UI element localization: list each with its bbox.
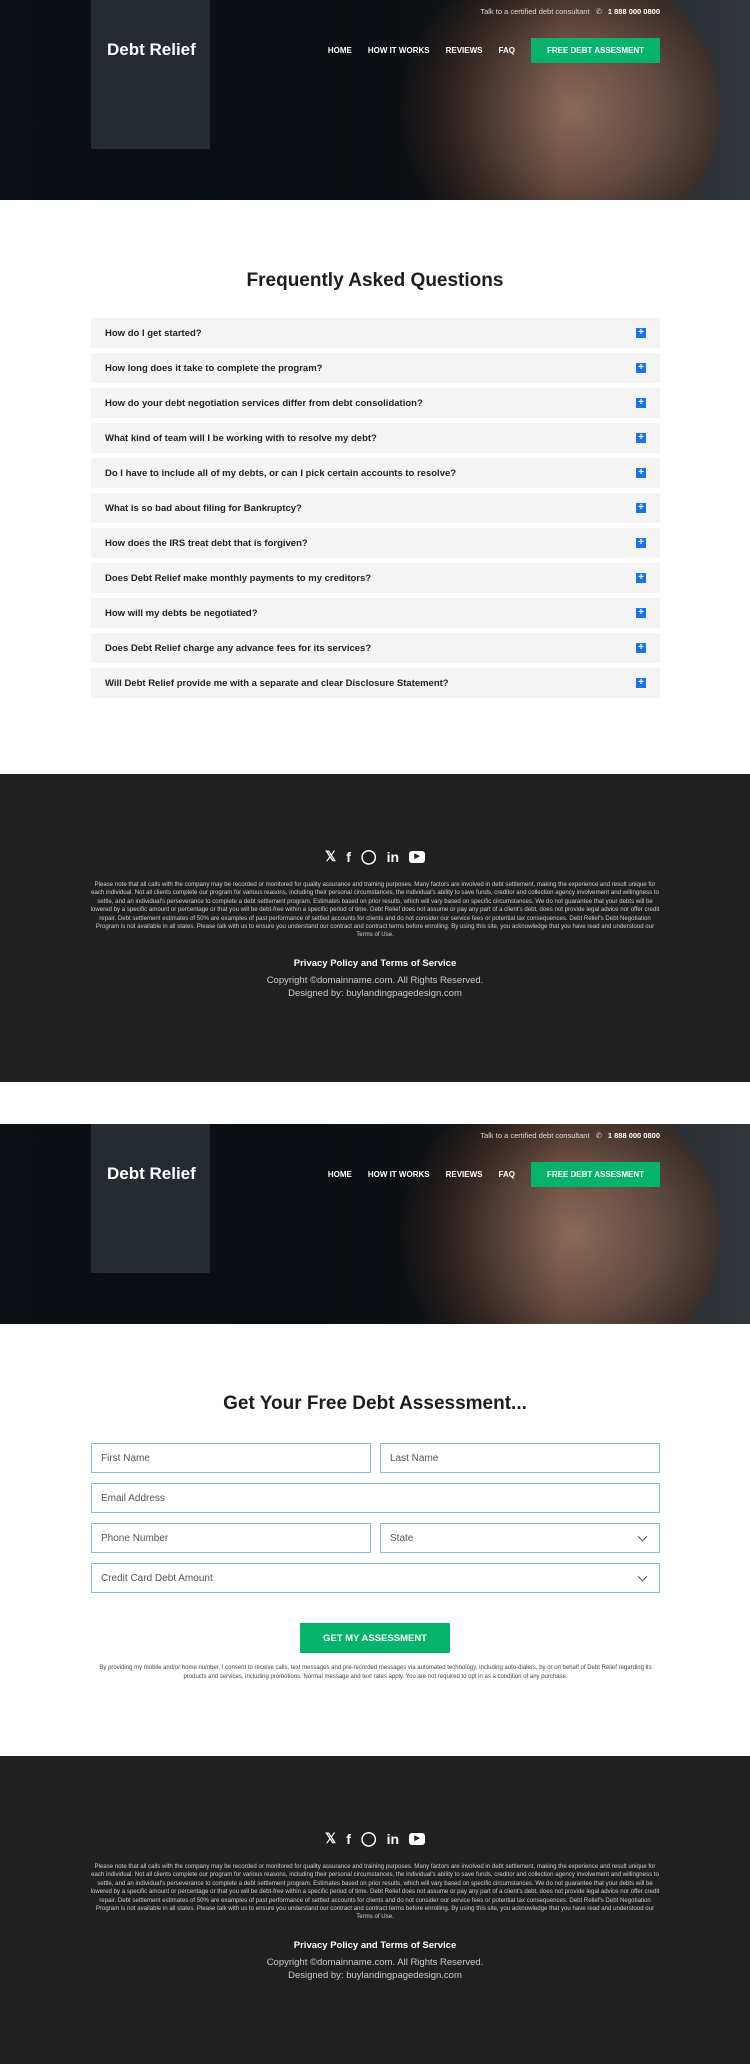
phone-icon: ✆ bbox=[595, 7, 602, 16]
legal-disclaimer: Please note that all calls with the comp… bbox=[90, 1863, 660, 1921]
faq-question: How do your debt negotiation services di… bbox=[105, 397, 423, 409]
get-assessment-button[interactable]: GET MY ASSESSMENT bbox=[300, 1623, 450, 1653]
faq-question: Does Debt Relief make monthly payments t… bbox=[105, 572, 372, 584]
copyright: Copyright ©domainname.com. All Rights Re… bbox=[266, 1956, 484, 1968]
faq-item[interactable]: What kind of team will I be working with… bbox=[91, 423, 660, 453]
logo-box bbox=[91, 1124, 210, 1273]
copyright: Copyright ©domainname.com. All Rights Re… bbox=[266, 974, 484, 986]
nav-how-it-works[interactable]: HOW IT WORKS bbox=[368, 1170, 430, 1179]
nav-faq[interactable]: FAQ bbox=[499, 46, 515, 55]
youtube-icon[interactable]: ▶ bbox=[409, 1832, 426, 1845]
privacy-terms-link[interactable]: Privacy Policy and Terms of Service bbox=[0, 958, 750, 969]
first-name-placeholder: First Name bbox=[101, 1452, 150, 1464]
plus-icon[interactable]: + bbox=[636, 363, 646, 373]
debt-amount-value: Credit Card Debt Amount bbox=[101, 1572, 213, 1584]
nav-how-it-works[interactable]: HOW IT WORKS bbox=[368, 46, 430, 55]
nav-reviews[interactable]: REVIEWS bbox=[446, 1170, 483, 1179]
faq-item[interactable]: How long does it take to complete the pr… bbox=[91, 353, 660, 383]
consent-disclaimer: By providing my mobile and/or home numbe… bbox=[99, 1665, 652, 1680]
main-nav: HOME HOW IT WORKS REVIEWS FAQ FREE DEBT … bbox=[328, 1162, 660, 1187]
plus-icon[interactable]: + bbox=[636, 643, 646, 653]
plus-icon[interactable]: + bbox=[636, 433, 646, 443]
faq-question: Do I have to include all of my debts, or… bbox=[105, 467, 457, 479]
chevron-down-icon bbox=[637, 1531, 648, 1541]
phone-number[interactable]: 1 888 000 0800 bbox=[608, 1131, 660, 1140]
consultant-text: Talk to a certified debt consultant bbox=[480, 7, 590, 16]
facebook-icon[interactable]: f bbox=[346, 849, 351, 865]
faq-question: What is so bad about filing for Bankrupt… bbox=[105, 502, 302, 514]
plus-icon[interactable]: + bbox=[636, 468, 646, 478]
faq-item[interactable]: How do I get started? + bbox=[91, 318, 660, 348]
twitter-icon[interactable]: 𝕏 bbox=[325, 1830, 336, 1847]
phone-placeholder: Phone Number bbox=[101, 1532, 169, 1544]
plus-icon[interactable]: + bbox=[636, 328, 646, 338]
first-name-input[interactable]: First Name bbox=[91, 1443, 371, 1473]
logo[interactable]: Debt Relief bbox=[107, 40, 196, 60]
faq-question: What kind of team will I be working with… bbox=[105, 432, 377, 444]
instagram-icon[interactable]: ◯ bbox=[361, 848, 377, 865]
facebook-icon[interactable]: f bbox=[346, 1831, 351, 1847]
chevron-down-icon bbox=[637, 1571, 648, 1581]
faq-question: Will Debt Relief provide me with a separ… bbox=[105, 677, 449, 689]
last-name-input[interactable]: Last Name bbox=[380, 1443, 660, 1473]
twitter-icon[interactable]: 𝕏 bbox=[325, 848, 336, 865]
faq-title: Frequently Asked Questions bbox=[246, 270, 504, 291]
plus-icon[interactable]: + bbox=[636, 678, 646, 688]
hero-header: Debt Relief Talk to a certified debt con… bbox=[0, 0, 750, 200]
main-nav: HOME HOW IT WORKS REVIEWS FAQ FREE DEBT … bbox=[328, 38, 660, 63]
logo-box bbox=[91, 0, 210, 149]
linkedin-icon[interactable]: in bbox=[387, 1831, 399, 1847]
faq-item[interactable]: Will Debt Relief provide me with a separ… bbox=[91, 668, 660, 698]
phone-input[interactable]: Phone Number bbox=[91, 1523, 371, 1553]
state-value: State bbox=[390, 1532, 414, 1544]
faq-item[interactable]: Does Debt Relief charge any advance fees… bbox=[91, 633, 660, 663]
logo[interactable]: Debt Relief bbox=[107, 1164, 196, 1184]
nav-home[interactable]: HOME bbox=[328, 46, 352, 55]
social-links: 𝕏 f ◯ in ▶ bbox=[0, 848, 750, 865]
faq-item[interactable]: How do your debt negotiation services di… bbox=[91, 388, 660, 418]
last-name-placeholder: Last Name bbox=[390, 1452, 439, 1464]
youtube-icon[interactable]: ▶ bbox=[409, 850, 426, 863]
form-title: Get Your Free Debt Assessment... bbox=[223, 1393, 527, 1414]
plus-icon[interactable]: + bbox=[636, 503, 646, 513]
faq-item[interactable]: How does the IRS treat debt that is forg… bbox=[91, 528, 660, 558]
faq-question: How will my debts be negotiated? bbox=[105, 607, 258, 619]
footer: 𝕏 f ◯ in ▶ Please note that all calls wi… bbox=[0, 774, 750, 1082]
designed-by[interactable]: Designed by: buylandingpagedesign.com bbox=[0, 987, 750, 1000]
instagram-icon[interactable]: ◯ bbox=[361, 1830, 377, 1847]
plus-icon[interactable]: + bbox=[636, 573, 646, 583]
email-placeholder: Email Address bbox=[101, 1492, 165, 1504]
faq-question: How long does it take to complete the pr… bbox=[105, 362, 323, 374]
designed-by[interactable]: Designed by: buylandingpagedesign.com bbox=[0, 1969, 750, 1982]
social-links: 𝕏 f ◯ in ▶ bbox=[0, 1830, 750, 1847]
nav-faq[interactable]: FAQ bbox=[499, 1170, 515, 1179]
free-assessment-button[interactable]: FREE DEBT ASSESMENT bbox=[530, 1162, 660, 1187]
consultant-text: Talk to a certified debt consultant bbox=[480, 1131, 590, 1140]
nav-home[interactable]: HOME bbox=[328, 1170, 352, 1179]
faq-question: How do I get started? bbox=[105, 327, 202, 339]
faq-item[interactable]: Does Debt Relief make monthly payments t… bbox=[91, 563, 660, 593]
linkedin-icon[interactable]: in bbox=[387, 849, 399, 865]
faq-item[interactable]: Do I have to include all of my debts, or… bbox=[91, 458, 660, 488]
email-input[interactable]: Email Address bbox=[91, 1483, 660, 1513]
plus-icon[interactable]: + bbox=[636, 538, 646, 548]
debt-amount-select[interactable]: Credit Card Debt Amount bbox=[91, 1563, 660, 1593]
free-assessment-button[interactable]: FREE DEBT ASSESMENT bbox=[530, 38, 660, 63]
faq-question: Does Debt Relief charge any advance fees… bbox=[105, 642, 372, 654]
phone-number[interactable]: 1 888 000 0800 bbox=[608, 7, 660, 16]
hero-header: Debt Relief Talk to a certified debt con… bbox=[0, 1124, 750, 1324]
privacy-terms-link[interactable]: Privacy Policy and Terms of Service bbox=[0, 1940, 750, 1951]
faq-item[interactable]: How will my debts be negotiated? + bbox=[91, 598, 660, 628]
top-contact-bar: Talk to a certified debt consultant ✆ 1 … bbox=[480, 1131, 660, 1140]
footer: 𝕏 f ◯ in ▶ Please note that all calls wi… bbox=[0, 1756, 750, 2064]
nav-reviews[interactable]: REVIEWS bbox=[446, 46, 483, 55]
plus-icon[interactable]: + bbox=[636, 398, 646, 408]
faq-item[interactable]: What is so bad about filing for Bankrupt… bbox=[91, 493, 660, 523]
top-contact-bar: Talk to a certified debt consultant ✆ 1 … bbox=[480, 7, 660, 16]
state-select[interactable]: State bbox=[380, 1523, 660, 1553]
phone-icon: ✆ bbox=[595, 1131, 602, 1140]
faq-question: How does the IRS treat debt that is forg… bbox=[105, 537, 308, 549]
plus-icon[interactable]: + bbox=[636, 608, 646, 618]
legal-disclaimer: Please note that all calls with the comp… bbox=[90, 881, 660, 939]
